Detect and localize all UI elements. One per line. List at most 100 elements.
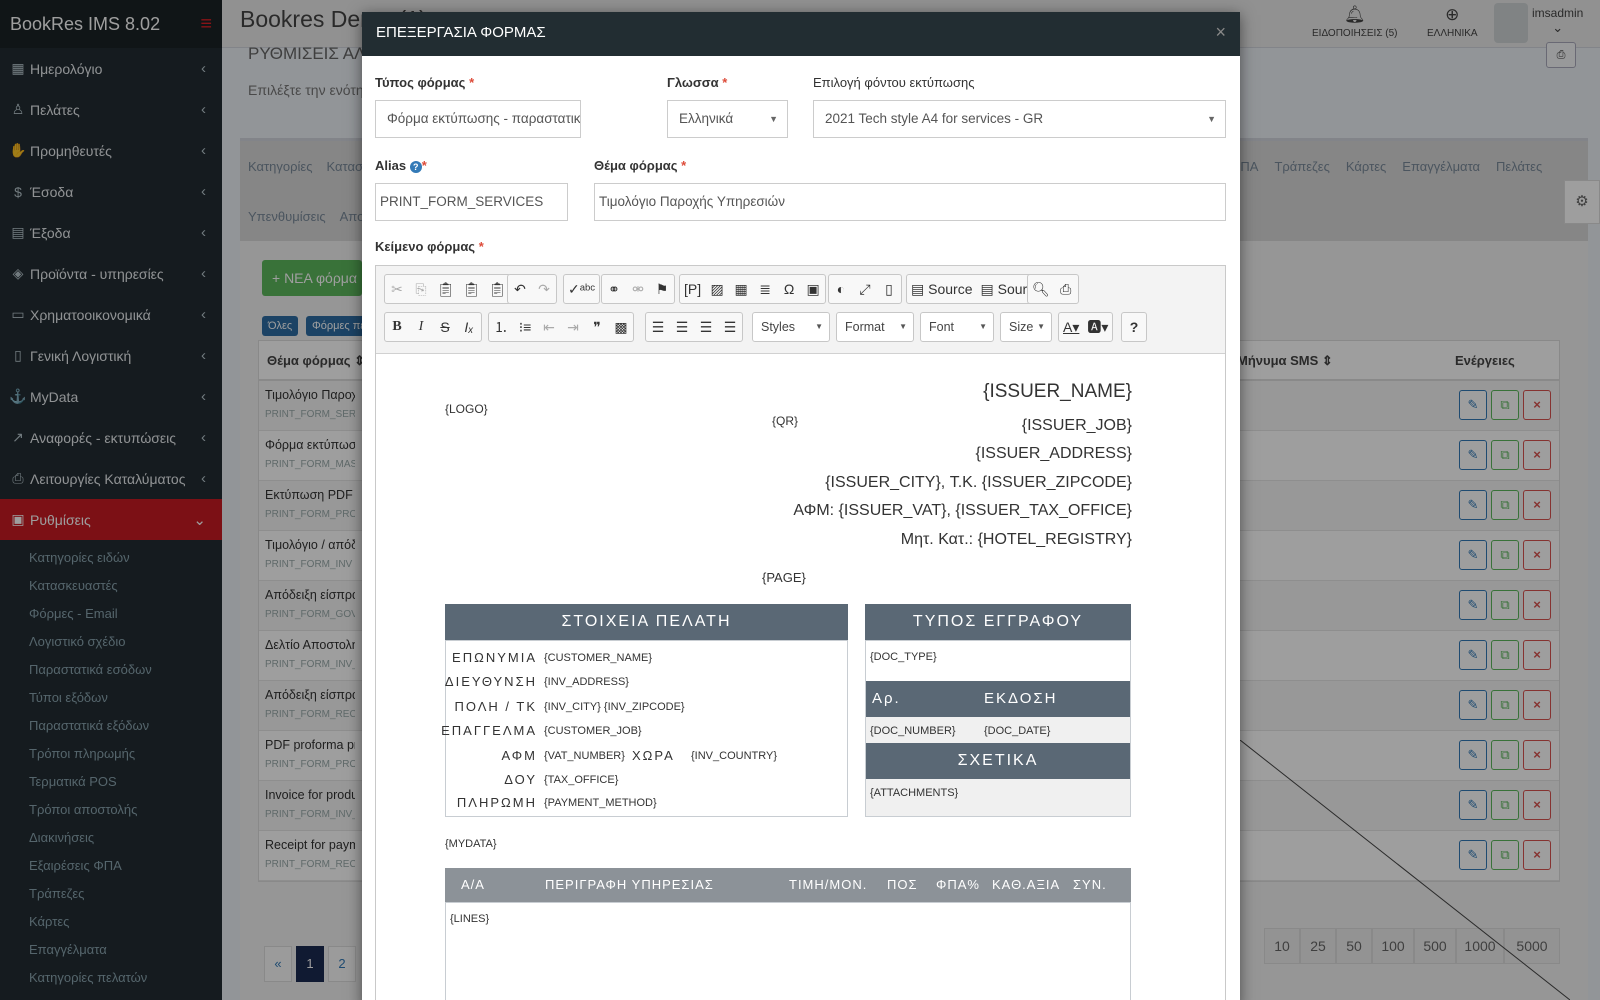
- attachments-value: {ATTACHMENTS}: [870, 787, 959, 799]
- address-label: ΔΙΕΥΘΥΝΣΗ: [444, 674, 537, 689]
- strike-icon[interactable]: S: [433, 313, 457, 341]
- unlink-icon[interactable]: ⚮: [626, 275, 650, 303]
- about-group: ?: [1121, 312, 1147, 342]
- form-type-field[interactable]: Φόρμα εκτύπωσης - παραστατικό: [375, 100, 581, 138]
- issuer-name: {ISSUER_NAME}: [983, 381, 1132, 402]
- label-text: Θέμα φόρμας: [594, 158, 678, 173]
- background-value: 2021 Tech style A4 for services - GR: [825, 111, 1044, 126]
- required-mark: *: [421, 158, 427, 173]
- modal-header: ΕΠΕΞΕΡΓΑΣΙΑ ΦΟΡΜΑΣ ×: [362, 12, 1240, 56]
- number-issue-header: Αρ. ΕΚΔΟΣΗ: [866, 681, 1130, 717]
- font-dropdown[interactable]: Font ▼: [920, 312, 994, 342]
- find-icon[interactable]: 🔍︎: [1028, 275, 1054, 303]
- source-icon: ▤: [980, 281, 994, 297]
- bold-icon[interactable]: B: [385, 313, 409, 341]
- customer-name-label: ΕΠΩΝΥΜΙΑ: [452, 650, 537, 665]
- text-color-icon[interactable]: A▾: [1059, 313, 1083, 341]
- rich-text-editor: ✂ ⎘ 📋︎ 📋︎ 📋︎ ↶ ↷ ✓ᵃᵇᶜ ⚭ ⚮ ⚑ [P] ▨ ▦ ≣ Ω …: [375, 265, 1226, 1000]
- issue-label: ΕΚΔΟΣΗ: [984, 690, 1058, 707]
- source-button[interactable]: ▤ Source: [907, 275, 976, 303]
- qr-placeholder: {QR}: [772, 414, 799, 428]
- maximize-icon[interactable]: ⤢: [853, 275, 877, 303]
- caret-down-icon: ▼: [1037, 322, 1045, 331]
- image-icon[interactable]: ▨: [705, 275, 729, 303]
- issuer-city: {ISSUER_CITY}, Τ.Κ. {ISSUER_ZIPCODE}: [825, 474, 1132, 491]
- background-label: Επιλογή φόντου εκτύπωσης: [813, 75, 975, 90]
- bg-color-icon[interactable]: 🅰︎▾: [1083, 313, 1112, 341]
- outdent-icon[interactable]: ⇤: [537, 313, 561, 341]
- table-icon[interactable]: ▦: [729, 275, 753, 303]
- close-icon[interactable]: ×: [1215, 22, 1226, 43]
- styles-dropdown[interactable]: Styles ▼: [752, 312, 830, 342]
- horizontal-rule-icon[interactable]: ≣: [753, 275, 777, 303]
- indent-icon[interactable]: ⇥: [561, 313, 585, 341]
- list-group: ⒈ ⁝≡ ⇤ ⇥ ❞ ▩: [488, 312, 634, 342]
- alias-field[interactable]: PRINT_FORM_SERVICES: [375, 183, 568, 221]
- numbered-list-icon[interactable]: ⒈: [489, 313, 513, 341]
- logo-placeholder: {LOGO}: [445, 402, 488, 416]
- italic-icon[interactable]: I: [409, 313, 433, 341]
- source-label: Source: [928, 281, 973, 297]
- align-right-icon[interactable]: ☰: [694, 313, 718, 341]
- customer-section-box: ΕΠΩΝΥΜΙΑ {CUSTOMER_NAME} ΔΙΕΥΘΥΝΣΗ {INV_…: [441, 640, 848, 817]
- print-icon[interactable]: ⎙: [1054, 275, 1078, 303]
- label-text: Τύπος φόρμας: [375, 75, 466, 90]
- undo-icon[interactable]: ↶: [508, 275, 532, 303]
- format-dropdown[interactable]: Format ▼: [836, 312, 914, 342]
- city-zip-label: ΠΟΛΗ / ΤΚ: [454, 699, 537, 714]
- copy-icon[interactable]: ⎘: [409, 275, 433, 303]
- insert-group: [P] ▨ ▦ ≣ Ω ▣: [679, 274, 827, 304]
- caret-down-icon: ▼: [769, 114, 778, 124]
- align-left-icon[interactable]: ☰: [646, 313, 670, 341]
- address-value: {INV_ADDRESS}: [544, 676, 629, 688]
- remove-format-icon[interactable]: Iₓ: [457, 313, 481, 341]
- preview-icon[interactable]: ◐: [829, 275, 853, 303]
- tax-office-value: {TAX_OFFICE}: [544, 774, 619, 786]
- anchor-flag-icon[interactable]: ⚑: [650, 275, 674, 303]
- blockquote-icon[interactable]: ❞: [585, 313, 609, 341]
- help-icon[interactable]: ?: [409, 161, 422, 173]
- number-label: Αρ.: [872, 690, 901, 707]
- link-icon[interactable]: ⚭: [602, 275, 626, 303]
- font-label: Font: [929, 320, 955, 334]
- clipboard-group: ✂ ⎘ 📋︎ 📋︎ 📋︎: [384, 274, 512, 304]
- editor-content[interactable]: {LOGO} {QR} {ISSUER_NAME} {ISSUER_JOB} {…: [376, 354, 1225, 1000]
- justify-icon[interactable]: ☰: [718, 313, 742, 341]
- background-select[interactable]: 2021 Tech style A4 for services - GR ▼: [813, 100, 1226, 138]
- label-text: Alias: [375, 158, 407, 173]
- required-mark: *: [469, 75, 475, 90]
- body-label: Κείμενο φόρμας *: [375, 239, 484, 254]
- paste-icon[interactable]: 📋︎: [433, 275, 459, 303]
- show-blocks-icon[interactable]: ▯: [877, 275, 901, 303]
- doc-type-value: {DOC_TYPE}: [870, 651, 937, 663]
- col-description: ΠΕΡΙΓΡΑΦΗ ΥΠΗΡΕΣΙΑΣ: [545, 877, 714, 892]
- lines-table-header: Α/Α ΠΕΡΙΓΡΑΦΗ ΥΠΗΡΕΣΙΑΣ ΤΙΜΗ/ΜΟΝ. ΠΟΣ ΦΠ…: [445, 868, 1131, 902]
- required-mark: *: [681, 158, 687, 173]
- bulleted-list-icon[interactable]: ⁝≡: [513, 313, 537, 341]
- subject-field[interactable]: Τιμολόγιο Παροχής Υπηρεσιών: [594, 183, 1226, 221]
- size-dropdown[interactable]: Size ▼: [1000, 312, 1052, 342]
- required-mark: *: [722, 75, 728, 90]
- col-net-value: ΚΑΘ.ΑΞΙΑ: [992, 877, 1061, 892]
- placeholder-icon[interactable]: [P]: [680, 275, 705, 303]
- align-center-icon[interactable]: ☰: [670, 313, 694, 341]
- help-icon[interactable]: ?: [1122, 313, 1146, 341]
- caret-down-icon: ▼: [979, 322, 987, 331]
- language-select[interactable]: Ελληνικά ▼: [667, 100, 788, 138]
- align-group: ☰ ☰ ☰ ☰: [645, 312, 743, 342]
- editor-toolbar: ✂ ⎘ 📋︎ 📋︎ 📋︎ ↶ ↷ ✓ᵃᵇᶜ ⚭ ⚮ ⚑ [P] ▨ ▦ ≣ Ω …: [376, 266, 1225, 354]
- special-char-icon[interactable]: Ω: [777, 275, 801, 303]
- related-section-header: ΣΧΕΤΙΚΑ: [866, 743, 1130, 779]
- doctype-section-box: {DOC_TYPE} Αρ. ΕΚΔΟΣΗ {DOC_NUMBER} {DOC_…: [865, 640, 1131, 817]
- spellcheck-icon[interactable]: ✓ᵃᵇᶜ: [564, 275, 599, 303]
- issuer-vat: ΑΦΜ: {ISSUER_VAT}, {ISSUER_TAX_OFFICE}: [793, 502, 1132, 519]
- label-text: Γλωσσα: [667, 75, 719, 90]
- link-group: ⚭ ⚮ ⚑: [601, 274, 675, 304]
- redo-icon[interactable]: ↷: [532, 275, 556, 303]
- paste-text-icon[interactable]: 📋︎: [459, 275, 485, 303]
- col-unit-price: ΤΙΜΗ/ΜΟΝ.: [789, 877, 868, 892]
- issuer-job: {ISSUER_JOB}: [1021, 417, 1132, 434]
- image2-icon[interactable]: ▣: [801, 275, 825, 303]
- cut-icon[interactable]: ✂: [385, 275, 409, 303]
- div-icon[interactable]: ▩: [609, 313, 633, 341]
